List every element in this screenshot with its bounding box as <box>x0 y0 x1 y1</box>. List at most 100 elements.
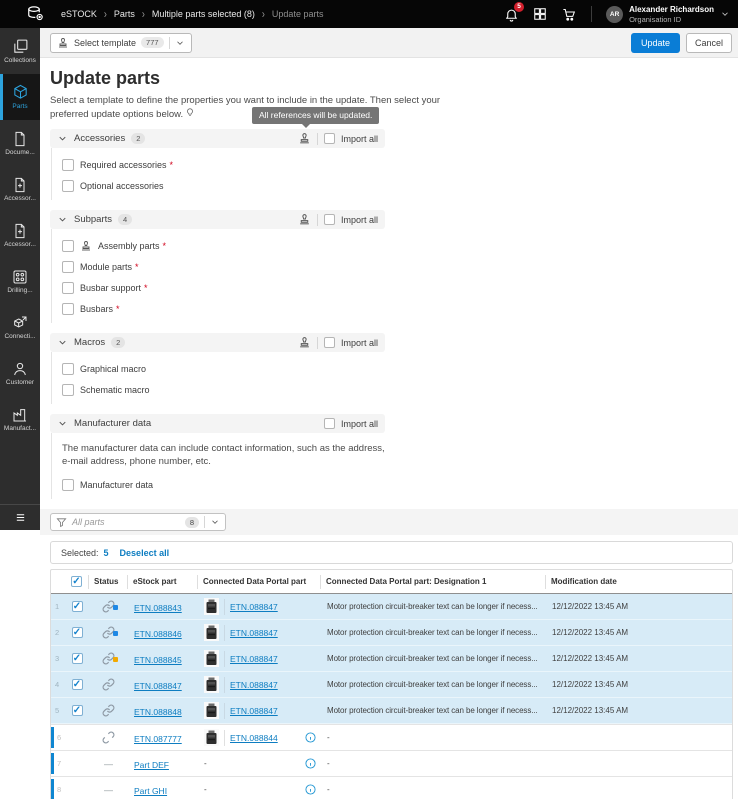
column-status[interactable]: Status <box>89 574 128 589</box>
import-all-checkbox[interactable] <box>323 337 335 348</box>
column-modification-date[interactable]: Modification date <box>546 577 732 586</box>
estock-logo-icon[interactable] <box>26 5 45 23</box>
estock-part-link[interactable]: ETN.088843 <box>134 603 182 613</box>
row-checkbox[interactable] <box>71 627 83 638</box>
sidebar-item-drilling[interactable]: Drilling... <box>0 258 40 304</box>
table-row[interactable]: 3 ETN.088845 ETN.088847 Motor protection… <box>51 646 732 672</box>
estock-part-link[interactable]: ETN.088845 <box>134 655 182 665</box>
table-row[interactable]: 4 ETN.088847 ETN.088847 Motor protection… <box>51 672 732 698</box>
portal-part-link[interactable]: ETN.088847 <box>230 680 278 690</box>
chevron-down-icon <box>212 520 218 524</box>
designation-cell: Motor protection circuit-breaker text ca… <box>327 680 538 689</box>
filter-count-badge: 8 <box>184 516 199 528</box>
table-row[interactable]: 6 ETN.087777 ETN.088844 - <box>51 724 732 750</box>
sidebar-item-collections[interactable]: Collections <box>0 28 40 74</box>
table-row[interactable]: 1 ETN.088843 ETN.088847 Motor protection… <box>51 594 732 620</box>
user-menu[interactable]: AR Alexander Richardson Organisation ID <box>606 5 730 24</box>
column-designation[interactable]: Connected Data Portal part: Designation … <box>321 574 546 589</box>
designation-cell: Motor protection circuit-breaker text ca… <box>327 654 538 663</box>
section-macros-header[interactable]: Macros 2 Import all <box>50 333 385 352</box>
breadcrumb-estock[interactable]: eSTOCK <box>61 9 97 19</box>
table-row[interactable]: 7 — Part DEF - - <box>51 750 732 776</box>
section-subparts-header[interactable]: Subparts 4 Import all <box>50 210 385 229</box>
assembly-parts-checkbox[interactable] <box>62 239 74 252</box>
estock-part-link[interactable]: ETN.088847 <box>134 681 182 691</box>
busbars-checkbox[interactable] <box>62 302 74 315</box>
cancel-button[interactable]: Cancel <box>685 32 732 53</box>
sidebar-collapse-button[interactable] <box>0 504 40 530</box>
section-count-badge: 4 <box>118 214 133 225</box>
required-accessories-checkbox[interactable] <box>62 158 74 171</box>
manufacturer-data-checkbox[interactable] <box>62 478 74 491</box>
import-all-checkbox[interactable] <box>323 418 335 429</box>
table-row[interactable]: 2 ETN.088846 ETN.088847 Motor protection… <box>51 620 732 646</box>
tooltip: All references will be updated. <box>252 107 380 128</box>
row-checkbox[interactable] <box>71 705 83 716</box>
estock-part-link[interactable]: ETN.087777 <box>134 734 182 744</box>
status-dot-blue <box>113 631 118 636</box>
cart-icon[interactable] <box>561 7 577 22</box>
table-row[interactable]: 8 — Part GHI - - <box>51 776 732 799</box>
portal-part-link[interactable]: ETN.088844 <box>230 733 278 743</box>
schematic-macro-checkbox[interactable] <box>62 383 74 396</box>
table-row[interactable]: 5 ETN.088848 ETN.088847 Motor protection… <box>51 698 732 724</box>
chevron-down-icon <box>59 136 66 141</box>
sidebar-item-customer[interactable]: Customer <box>0 350 40 396</box>
section-manufacturer-header[interactable]: Manufacturer data Import all <box>50 414 385 433</box>
module-parts-checkbox[interactable] <box>62 260 74 273</box>
optional-accessories-checkbox[interactable] <box>62 179 74 192</box>
portal-part-link[interactable]: ETN.088847 <box>230 706 278 716</box>
row-checkbox[interactable] <box>71 601 83 612</box>
designation-cell: - <box>327 733 330 742</box>
column-portal-part[interactable]: Connected Data Portal part <box>198 574 321 589</box>
parts-filter-dropdown[interactable]: All parts 8 <box>50 513 226 531</box>
document-icon <box>15 131 25 146</box>
table-header-row: Status eStock part Connected Data Portal… <box>51 570 732 594</box>
apps-grid-icon[interactable] <box>533 7 547 21</box>
breadcrumb-parts[interactable]: Parts <box>114 9 135 19</box>
estock-part-link[interactable]: ETN.088848 <box>134 707 182 717</box>
sidebar-item-manufacturer[interactable]: Manufact... <box>0 396 40 442</box>
template-stamp-icon[interactable] <box>298 213 311 226</box>
estock-part-link[interactable]: Part DEF <box>134 760 169 770</box>
hamburger-menu-icon <box>16 514 24 521</box>
avatar: AR <box>606 5 624 23</box>
lightbulb-icon[interactable] <box>185 107 195 118</box>
section-accessories-header[interactable]: Accessories 2 Import all <box>50 129 385 148</box>
select-all-checkbox[interactable] <box>71 576 82 587</box>
sidebar-item-parts[interactable]: Parts <box>0 74 40 120</box>
deselect-all-link[interactable]: Deselect all <box>120 548 170 558</box>
sidebar-item-documents[interactable]: Docume... <box>0 120 40 166</box>
row-checkbox[interactable] <box>71 653 83 664</box>
filter-placeholder: All parts <box>72 517 105 527</box>
busbar-support-checkbox[interactable] <box>62 281 74 294</box>
sidebar-item-accessories-1[interactable]: Accessor... <box>0 166 40 212</box>
estock-part-link[interactable]: ETN.088846 <box>134 629 182 639</box>
estock-part-link[interactable]: Part GHI <box>134 786 167 796</box>
document-plus-icon <box>15 177 25 192</box>
template-stamp-icon[interactable] <box>298 336 311 349</box>
info-icon[interactable] <box>305 784 316 795</box>
graphical-macro-checkbox[interactable] <box>62 362 74 375</box>
action-toolbar: Select template 777 Update Cancel <box>40 28 738 58</box>
portal-part-link[interactable]: ETN.088847 <box>230 628 278 638</box>
portal-part-link[interactable]: ETN.088847 <box>230 654 278 664</box>
breadcrumb-multiple-parts[interactable]: Multiple parts selected (8) <box>152 9 255 19</box>
template-stamp-icon[interactable] <box>298 132 311 145</box>
import-all-checkbox[interactable] <box>323 214 335 225</box>
info-icon[interactable] <box>305 758 316 769</box>
portal-part-link[interactable]: ETN.088847 <box>230 602 278 612</box>
sidebar-item-accessories-2[interactable]: Accessor... <box>0 212 40 258</box>
row-checkbox[interactable] <box>71 679 83 690</box>
import-all-checkbox[interactable] <box>323 133 335 144</box>
status-cell <box>89 704 128 717</box>
section-subparts: Subparts 4 Import all Assembly parts * M… <box>50 210 385 323</box>
notifications-bell-icon[interactable]: 5 <box>504 1 525 22</box>
column-estock-part[interactable]: eStock part <box>128 574 198 589</box>
select-template-dropdown[interactable]: Select template 777 <box>50 32 192 53</box>
sidebar-item-connections[interactable]: Connecti... <box>0 304 40 350</box>
designation-cell: - <box>327 759 330 768</box>
info-icon[interactable] <box>305 732 316 743</box>
selected-count: 5 <box>103 547 109 558</box>
update-button[interactable]: Update <box>630 32 680 53</box>
